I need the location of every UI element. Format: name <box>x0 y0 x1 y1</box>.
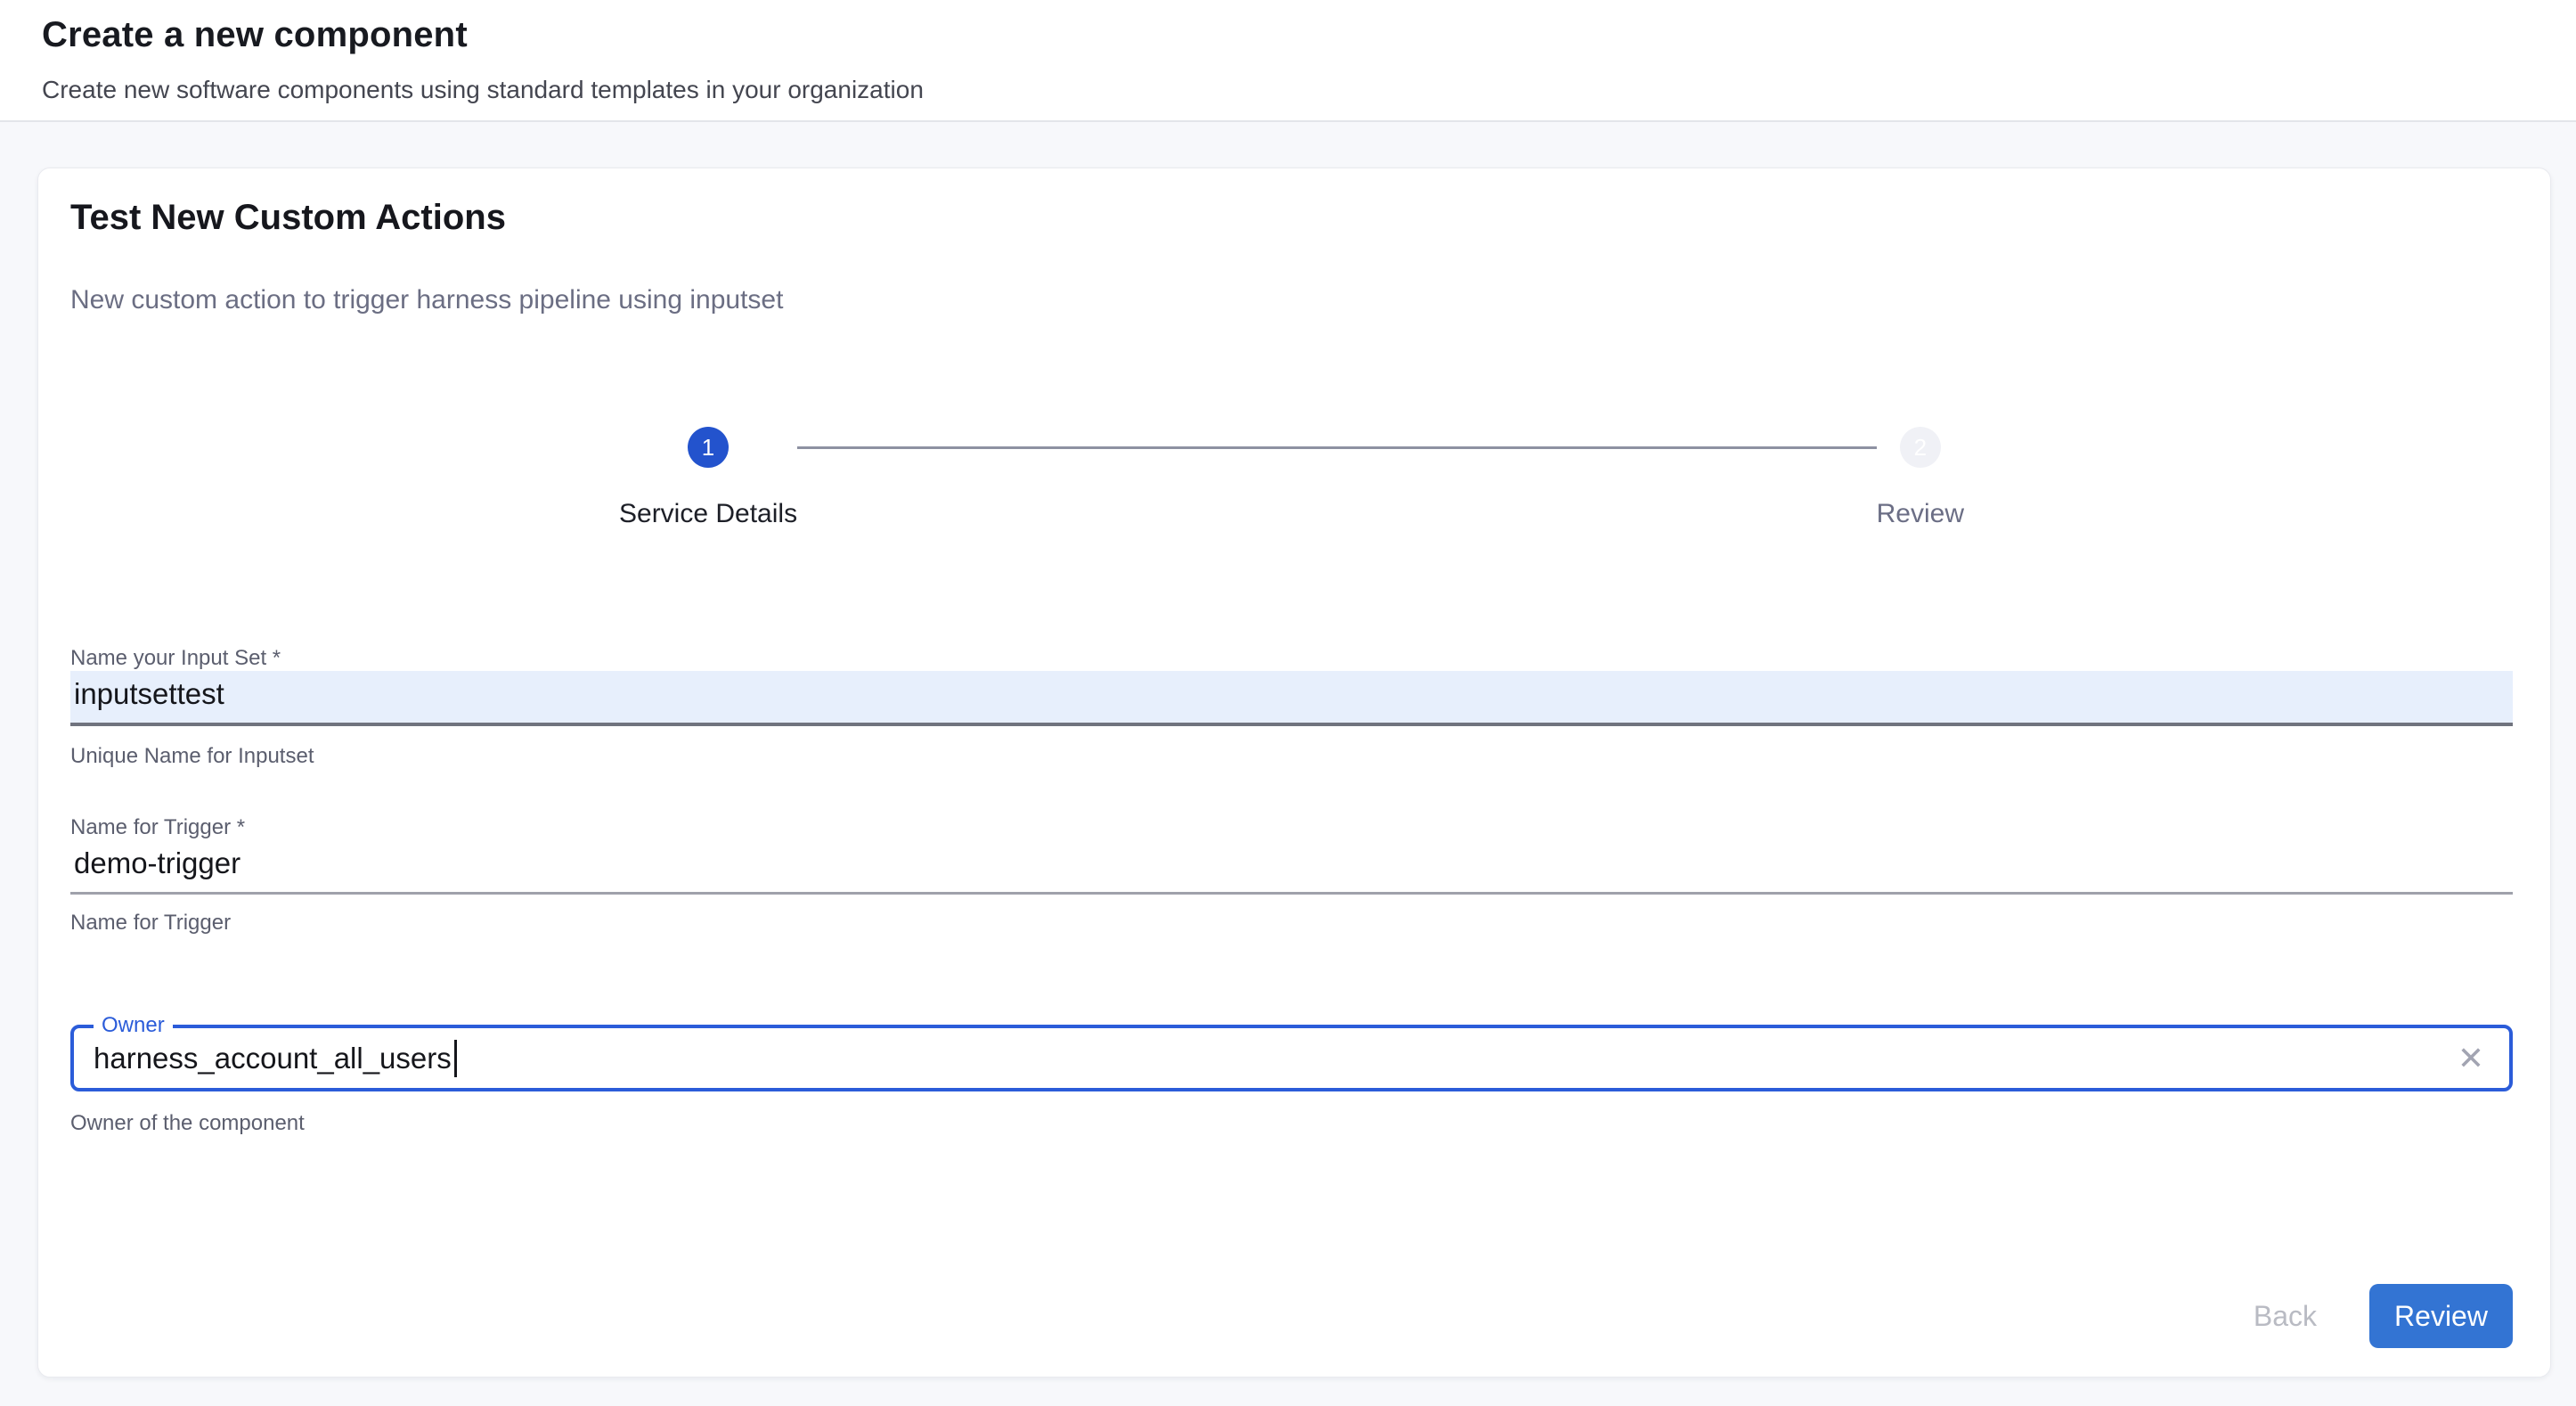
card-title: Test New Custom Actions <box>70 197 2513 238</box>
input-set-name-label: Name your Input Set * <box>70 646 2513 671</box>
main-content: Test New Custom Actions New custom actio… <box>0 168 2576 1406</box>
text-cursor <box>454 1040 457 1077</box>
owner-label: Owner <box>94 1013 173 1038</box>
step-2-indicator: 2 <box>1900 427 1941 468</box>
trigger-name-input[interactable] <box>70 840 2513 892</box>
service-details-form: Name your Input Set * Unique Name for In… <box>70 646 2513 1136</box>
step-2-label: Review <box>1877 498 1964 530</box>
step-1-label: Service Details <box>619 498 797 530</box>
field-trigger-name: Name for Trigger * Name for Trigger <box>70 815 2513 936</box>
page-subtitle: Create new software components using sta… <box>42 77 2576 103</box>
card-subtitle: New custom action to trigger harness pip… <box>70 284 2513 316</box>
owner-value: harness_account_all_users <box>94 1042 452 1075</box>
page-title: Create a new component <box>42 14 2576 55</box>
owner-input[interactable]: Owner harness_account_all_users ✕ <box>70 1025 2513 1091</box>
trigger-name-label: Name for Trigger * <box>70 815 2513 840</box>
owner-helper: Owner of the component <box>70 1111 2513 1136</box>
input-set-name-helper: Unique Name for Inputset <box>70 744 2513 769</box>
step-1-indicator: 1 <box>688 427 729 468</box>
input-set-name-input-wrap <box>70 671 2513 726</box>
trigger-name-input-wrap <box>70 840 2513 895</box>
stepper-connector <box>797 446 1877 449</box>
review-button[interactable]: Review <box>2369 1284 2513 1348</box>
template-card: Test New Custom Actions New custom actio… <box>37 168 2551 1377</box>
stepper: 1 Service Details 2 Review <box>619 427 1964 530</box>
field-input-set-name: Name your Input Set * Unique Name for In… <box>70 646 2513 769</box>
page-header: Create a new component Create new softwa… <box>0 0 2576 122</box>
clear-icon: ✕ <box>2458 1040 2484 1076</box>
stepper-step-service-details: 1 Service Details <box>619 427 797 530</box>
back-button[interactable]: Back <box>2245 1300 2326 1333</box>
input-set-name-input[interactable] <box>70 671 2513 723</box>
form-actions: Back Review <box>70 1284 2513 1348</box>
stepper-step-review: 2 Review <box>1877 427 1964 530</box>
trigger-name-helper: Name for Trigger <box>70 911 2513 936</box>
clear-owner-button[interactable]: ✕ <box>2458 1042 2484 1075</box>
field-owner: Owner harness_account_all_users ✕ Owner … <box>70 1025 2513 1136</box>
